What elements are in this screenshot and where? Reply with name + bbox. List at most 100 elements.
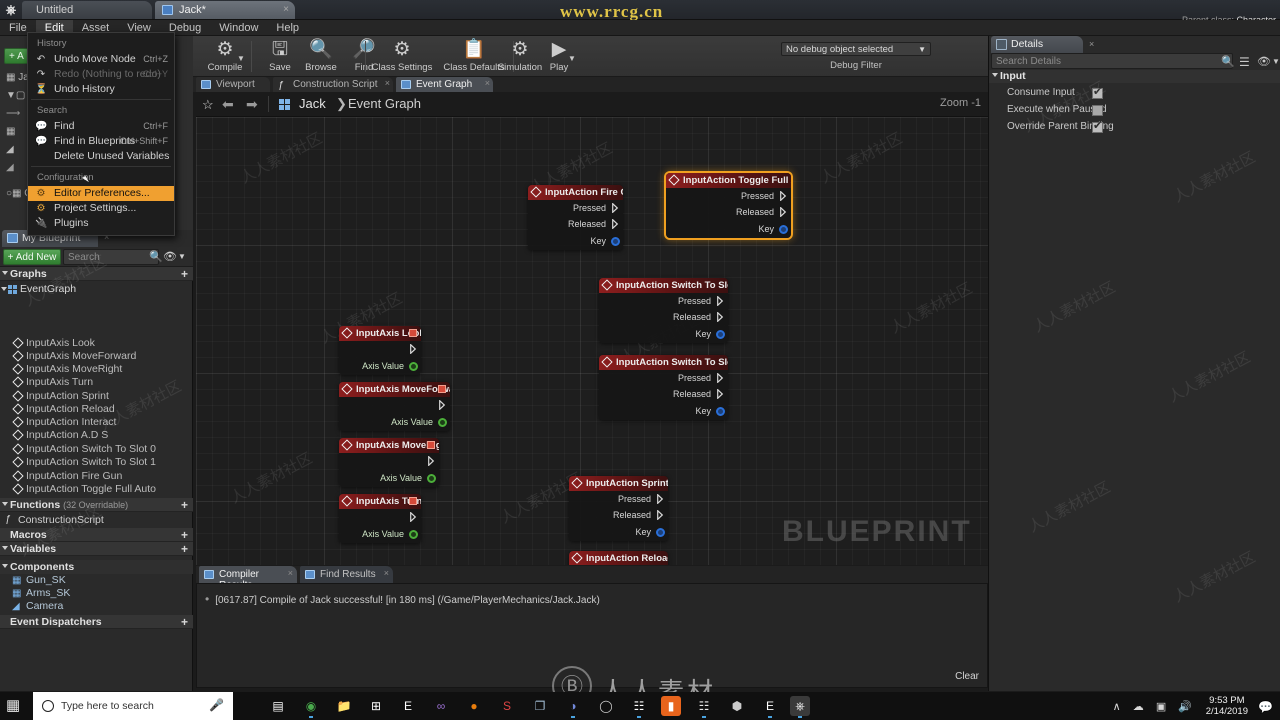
pin-pressed[interactable]: Pressed [666, 188, 791, 204]
consume-input-checkbox[interactable] [1092, 86, 1103, 99]
chevron-down-icon[interactable]: ▼ [178, 252, 186, 261]
data-pin-icon[interactable] [716, 407, 725, 416]
back-arrow-icon[interactable]: ⬅ [222, 96, 234, 113]
node-inputaction-fire-gun[interactable]: InputAction Fire Gun Pressed Released Ke… [528, 185, 623, 250]
node-inputaction-toggle-full-auto[interactable]: InputAction Toggle Full Auto Pressed Rel… [666, 173, 791, 238]
section-variables[interactable]: Variables + [0, 542, 193, 556]
detail-row-consume-input[interactable]: Consume Input [989, 85, 1280, 101]
section-macros[interactable]: Macros + [0, 528, 193, 542]
data-pin-icon[interactable] [611, 237, 620, 246]
play-button[interactable]: ▶ Play [531, 38, 587, 76]
taskbar-clock[interactable]: 9:53 PM 2/14/2019 [1206, 695, 1248, 717]
menu-item-undo-history[interactable]: ⏳ Undo History [28, 82, 174, 97]
tree-item-inputaction-fire-gun[interactable]: InputAction Fire Gun [0, 470, 193, 483]
component-item-arms-sk[interactable]: ▦ Arms_SK [0, 587, 193, 600]
my-blueprint-search-input[interactable]: Search [63, 249, 159, 265]
class-settings-button[interactable]: ⚙ Class Settings [366, 38, 438, 76]
data-pin-icon[interactable] [656, 528, 665, 537]
onedrive-icon[interactable]: ☁ [1133, 701, 1144, 713]
menu-window[interactable]: Window [210, 20, 267, 36]
pin-axis-value[interactable]: Axis Value [339, 525, 421, 543]
pin-pressed[interactable]: Pressed [528, 200, 623, 216]
data-pin-icon[interactable] [716, 330, 725, 339]
exec-pin-icon[interactable] [657, 494, 665, 504]
pin-pressed[interactable]: Pressed [599, 293, 728, 309]
pin-key[interactable]: Key [599, 325, 728, 343]
add-function-button[interactable]: + [181, 498, 188, 512]
exec-pin-icon[interactable] [717, 312, 725, 322]
network-icon[interactable]: ▣ [1156, 701, 1166, 713]
chevron-down-icon[interactable]: ▼ [1272, 57, 1280, 66]
menu-item-find[interactable]: 💬 Find Ctrl+F [28, 119, 174, 134]
debug-object-select[interactable]: No debug object selected ▼ [781, 42, 931, 56]
show-hidden-icons-chevron-icon[interactable]: ∧ [1113, 701, 1121, 713]
microsoft-store-icon[interactable]: ⊞ [366, 696, 386, 716]
favorite-star-icon[interactable]: ☆ [202, 97, 214, 113]
taskbar-search-input[interactable]: Type here to search 🎤 [33, 692, 233, 720]
pin-key[interactable]: Key [599, 402, 728, 420]
data-pin-icon[interactable] [409, 530, 418, 539]
microphone-icon[interactable]: 🎤 [209, 698, 224, 712]
exec-pin-icon[interactable] [439, 400, 447, 410]
volume-icon[interactable]: 🔊 [1178, 701, 1192, 713]
pin-axis-value[interactable]: Axis Value [339, 469, 439, 487]
eye-icon[interactable]: 👁 [163, 250, 177, 263]
pin-key[interactable]: Key [666, 220, 791, 238]
menu-item-undo-move-node[interactable]: ↶ Undo Move Node Ctrl+Z [28, 52, 174, 67]
column-layout-icon[interactable]: ☰ [1239, 55, 1250, 69]
close-icon[interactable]: × [385, 78, 390, 88]
tree-item-inputaction-reload[interactable]: InputAction Reload [0, 403, 193, 416]
breadcrumb-current[interactable]: Event Graph [348, 96, 421, 111]
tab-event-graph[interactable]: Event Graph × [396, 77, 493, 92]
add-new-button[interactable]: + Add New [3, 249, 61, 265]
search-icon[interactable]: 🔍 [149, 250, 163, 263]
exec-pin-icon[interactable] [717, 373, 725, 383]
eye-icon[interactable]: 👁 [1257, 55, 1271, 68]
menu-item-plugins[interactable]: 🔌 Plugins [28, 216, 174, 231]
component-item-gun-sk[interactable]: ▦ Gun_SK [0, 574, 193, 587]
section-event-dispatchers[interactable]: Event Dispatchers + [0, 615, 193, 629]
exec-pin-icon[interactable] [410, 512, 418, 522]
tab-construction-script[interactable]: ƒ Construction Script × [273, 77, 393, 92]
override-parent-binding-checkbox[interactable] [1092, 120, 1103, 133]
chrome-icon[interactable]: ◉ [301, 696, 321, 716]
close-icon[interactable]: × [288, 568, 293, 578]
add-graph-button[interactable]: + [181, 267, 188, 281]
visual-studio-icon[interactable]: ∞ [431, 696, 451, 716]
menu-item-project-settings[interactable]: ⚙ Project Settings... [28, 201, 174, 216]
exec-pin-icon[interactable] [780, 207, 788, 217]
section-functions[interactable]: Functions (32 Overridable) + [0, 498, 193, 512]
calendar-icon[interactable]: ☷ [629, 696, 649, 716]
node-inputaction-switch-to-slot-1[interactable]: InputAction Switch To Slot 1 Pressed Rel… [599, 355, 728, 420]
menu-item-find-in-blueprints[interactable]: 💬 Find in Blueprints Ctrl+Shift+F [28, 134, 174, 149]
tab-details[interactable]: Details [991, 36, 1083, 53]
tab-compiler-results[interactable]: Compiler Results × [199, 566, 297, 591]
data-pin-icon[interactable] [427, 474, 436, 483]
system-tray[interactable]: ∧ ☁ ▣ 🔊 [1104, 700, 1192, 713]
tree-item-inputaxis-moveright[interactable]: InputAxis MoveRight [0, 363, 193, 376]
compiler-results-panel[interactable]: • [0617.87] Compile of Jack successful! [… [196, 583, 988, 688]
pin-key[interactable]: Key [528, 232, 623, 250]
edit-menu-dropdown[interactable]: History ↶ Undo Move Node Ctrl+Z ↷ Redo (… [27, 32, 175, 236]
node-inputaxis-moveright[interactable]: InputAxis MoveRight Axis Value [339, 438, 439, 487]
close-icon[interactable]: × [485, 78, 490, 88]
task-view-icon[interactable]: ▤ [268, 696, 288, 716]
discord-icon[interactable]: ◑ [563, 696, 583, 716]
close-icon[interactable]: × [384, 568, 389, 578]
epic-launcher-icon[interactable]: E [760, 696, 780, 716]
section-graphs[interactable]: Graphs + [0, 267, 193, 281]
detail-row-override-parent-binding[interactable]: Override Parent Binding [989, 119, 1280, 135]
exec-pin-icon[interactable] [612, 203, 620, 213]
pin-released[interactable]: Released [666, 204, 791, 220]
data-pin-icon[interactable] [409, 362, 418, 371]
pin-pressed[interactable]: Pressed [599, 370, 728, 386]
obs-icon[interactable]: ◯ [596, 696, 616, 716]
calculator-icon[interactable]: ☷ [694, 696, 714, 716]
close-icon[interactable]: × [283, 4, 289, 15]
exec-pin-icon[interactable] [657, 510, 665, 520]
notification-center-icon[interactable]: 💬 [1258, 700, 1273, 714]
exec-pin-icon[interactable] [717, 296, 725, 306]
add-event-dispatcher-button[interactable]: + [181, 615, 188, 629]
forward-arrow-icon[interactable]: ➡ [246, 96, 258, 113]
add-macro-button[interactable]: + [181, 528, 188, 542]
